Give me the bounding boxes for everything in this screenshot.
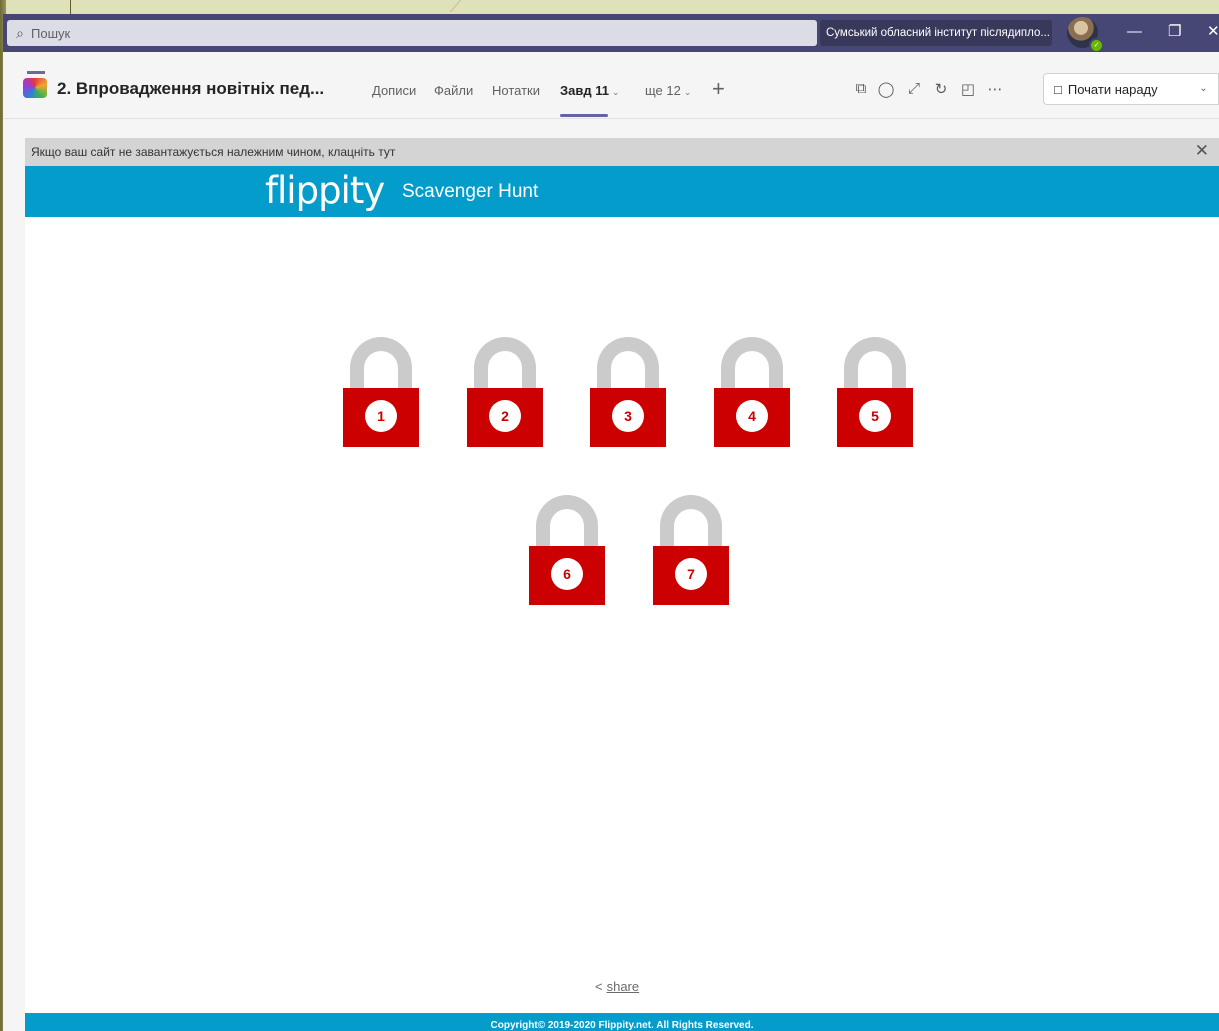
lock-5[interactable]: 5 — [837, 337, 913, 447]
tab-notes[interactable]: Нотатки — [492, 83, 540, 98]
lock-number: 3 — [612, 400, 644, 432]
refresh-icon[interactable]: ↻ — [932, 80, 950, 98]
meeting-options-dropdown[interactable]: ⌄ — [1189, 73, 1219, 105]
restore-icon[interactable]: ❐ — [1168, 22, 1181, 42]
lock-2[interactable]: 2 — [467, 337, 543, 447]
lock-body: 2 — [467, 388, 543, 447]
lock-body: 4 — [714, 388, 790, 447]
copyright-footer: Copyright© 2019-2020 Flippity.net. All R… — [25, 1013, 1219, 1031]
chevron-down-icon: ⌄ — [683, 87, 692, 97]
close-icon[interactable]: ✕ — [1195, 141, 1209, 161]
tab-files[interactable]: Файли — [434, 83, 473, 98]
slide-decoration-line — [70, 0, 71, 14]
lock-body: 6 — [529, 546, 605, 605]
page-title: Scavenger Hunt — [402, 181, 539, 202]
popout-icon[interactable]: ⧉ — [852, 80, 870, 97]
banner-text[interactable]: Якщо ваш сайт не завантажується належним… — [31, 145, 395, 159]
chat-icon[interactable]: ◯ — [877, 80, 895, 98]
team-logo — [27, 71, 45, 74]
more-icon[interactable]: ⋯ — [986, 80, 1004, 98]
tab-task-11-label: Завд 11 — [560, 83, 609, 98]
presence-available-icon: ✓ — [1089, 38, 1104, 53]
channel-header: 2. Впровадження новітніх пед... Дописи Ф… — [3, 52, 1219, 119]
chevron-down-icon: ⌄ — [611, 87, 620, 97]
lock-number: 4 — [736, 400, 768, 432]
search-icon: ⌕ — [16, 24, 24, 41]
slide-background-strip — [6, 0, 1219, 14]
tab-posts[interactable]: Дописи — [372, 83, 416, 98]
video-camera-icon: □ — [1054, 81, 1062, 97]
lock-body: 7 — [653, 546, 729, 605]
lock-6[interactable]: 6 — [529, 495, 605, 605]
team-logo[interactable] — [23, 78, 47, 98]
add-tab-icon[interactable]: + — [712, 76, 725, 102]
active-tab-indicator — [560, 114, 608, 117]
lock-body: 5 — [837, 388, 913, 447]
organization-switcher[interactable]: Сумський обласний інститут післядипло... — [820, 20, 1052, 46]
expand-icon[interactable]: ⤢ — [905, 80, 923, 97]
share-link[interactable]: < share — [595, 979, 639, 994]
search-input[interactable]: ⌕ Пошук — [7, 20, 817, 46]
globe-icon[interactable]: ◰ — [959, 80, 977, 98]
lock-3[interactable]: 3 — [590, 337, 666, 447]
flippity-logo[interactable]: flippity — [265, 169, 385, 212]
tab-more-label: ще 12 — [645, 83, 681, 98]
close-icon[interactable]: ✕ — [1207, 22, 1219, 42]
lock-grid: 1 2 3 4 5 6 7 — [25, 217, 1219, 917]
start-meeting-button[interactable]: □ Почати нараду — [1043, 73, 1190, 105]
lock-body: 1 — [343, 388, 419, 447]
title-bar: ⌕ Пошук Сумський обласний інститут після… — [3, 14, 1219, 53]
lock-number: 7 — [675, 558, 707, 590]
flippity-embed: flippity Scavenger Hunt 1 2 3 4 5 6 7 < … — [25, 166, 1219, 1031]
lock-number: 1 — [365, 400, 397, 432]
lock-number: 6 — [551, 558, 583, 590]
site-not-loading-banner[interactable]: Якщо ваш сайт не завантажується належним… — [25, 138, 1219, 166]
lock-number: 5 — [859, 400, 891, 432]
lock-4[interactable]: 4 — [714, 337, 790, 447]
lock-number: 2 — [489, 400, 521, 432]
search-placeholder: Пошук — [31, 25, 71, 41]
flippity-header: flippity Scavenger Hunt — [25, 166, 1219, 217]
lock-body: 3 — [590, 388, 666, 447]
channel-title[interactable]: 2. Впровадження новітніх пед... — [57, 79, 324, 99]
minimize-icon[interactable]: — — [1127, 22, 1142, 42]
lock-7[interactable]: 7 — [653, 495, 729, 605]
lock-1[interactable]: 1 — [343, 337, 419, 447]
start-meeting-label: Почати нараду — [1067, 81, 1158, 97]
share-icon: < — [595, 979, 603, 994]
tab-task-11[interactable]: Завд 11 ⌄ — [560, 83, 620, 98]
teams-window: ⌕ Пошук Сумський обласний інститут після… — [3, 14, 1219, 1031]
share-label: share — [606, 979, 640, 994]
tab-more[interactable]: ще 12 ⌄ — [645, 83, 691, 98]
